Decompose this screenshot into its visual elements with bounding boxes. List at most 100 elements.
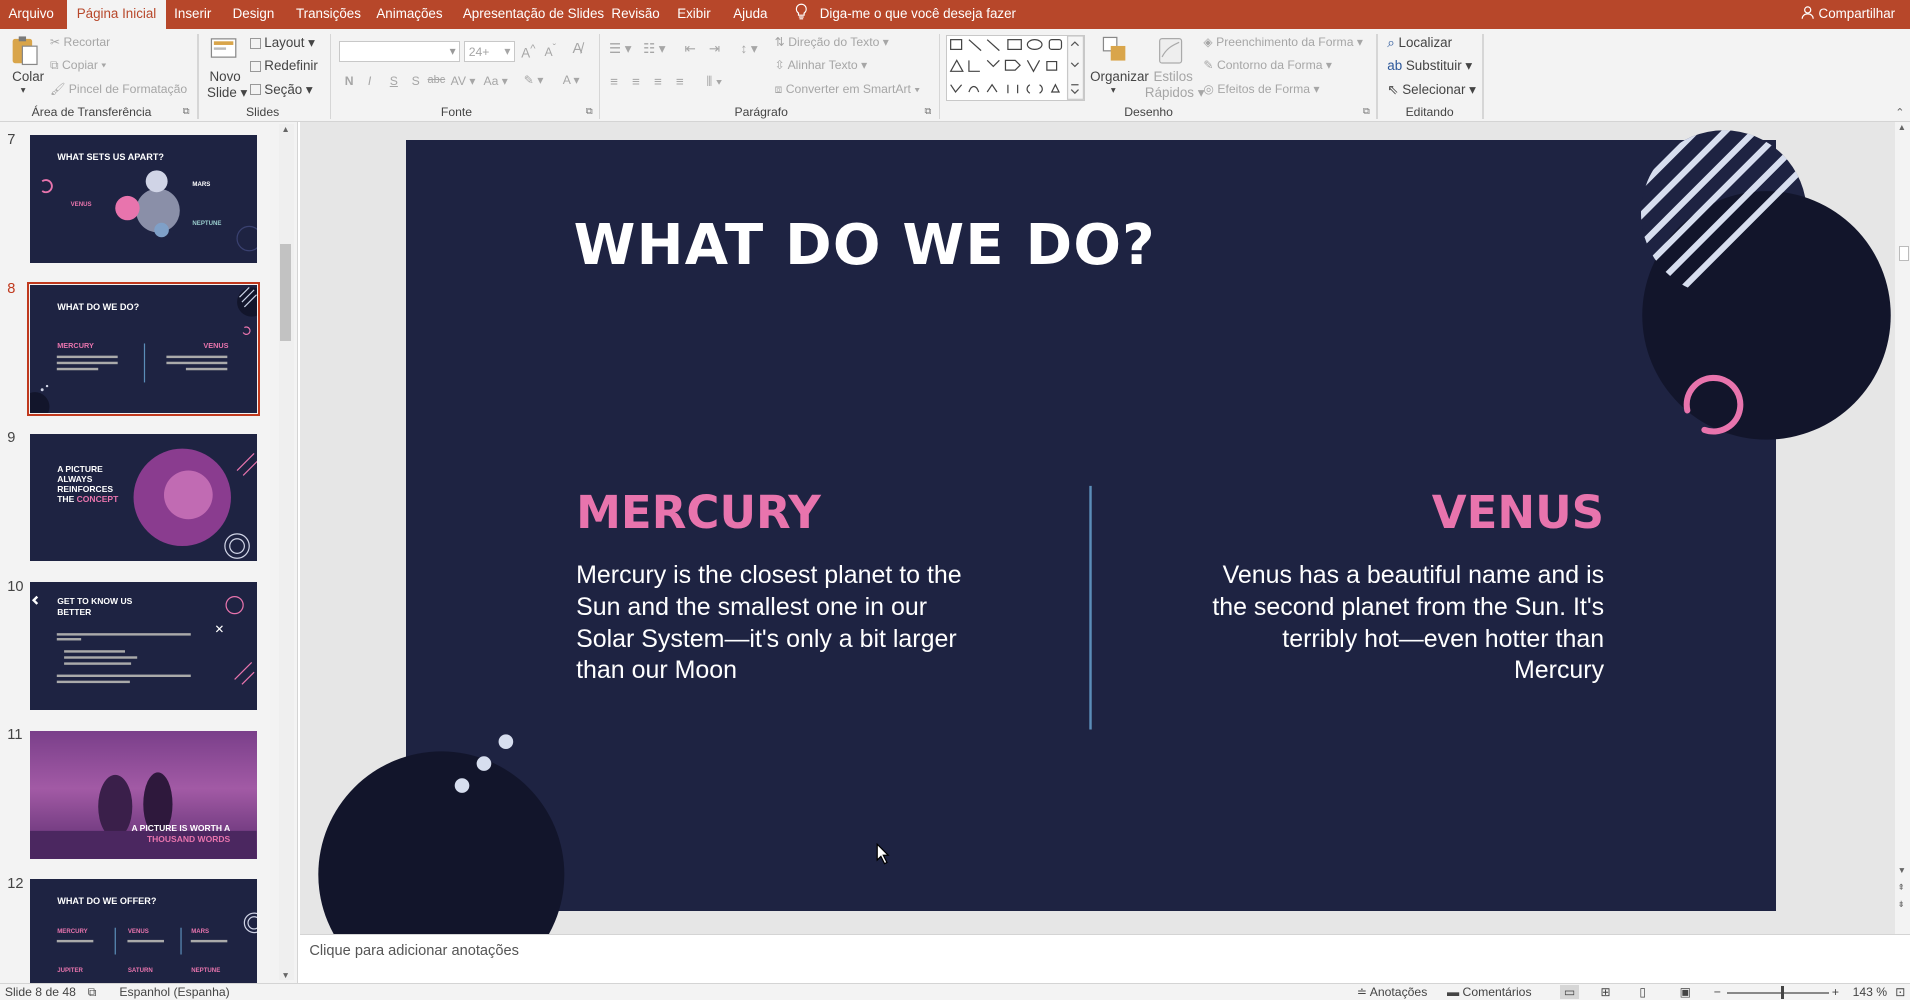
thumbnail-scrollbar[interactable]: ▲ ▼: [278, 124, 294, 981]
language-indicator[interactable]: Espanhol (Espanha): [119, 985, 229, 999]
paste-dropdown-icon[interactable]: ▾: [21, 85, 26, 96]
zoom-slider-thumb[interactable]: [1780, 986, 1785, 999]
tab-pagina-inicial[interactable]: Página Inicial: [66, 0, 167, 30]
slide-canvas[interactable]: WHAT DO WE DO? MERCURY Mercury is the cl…: [317, 130, 1891, 935]
shape-fill-button[interactable]: ◈ Preenchimento da Forma ▾: [1203, 35, 1363, 49]
spellcheck-icon[interactable]: ⧉: [88, 985, 97, 1000]
shapes-gallery[interactable]: [946, 35, 1086, 102]
next-slide-icon[interactable]: ⇟: [1898, 899, 1905, 910]
new-slide-button[interactable]: Novo: [209, 69, 240, 84]
quick-styles-button[interactable]: Estilos: [1153, 69, 1192, 84]
align-left-icon[interactable]: ≡: [610, 74, 618, 89]
paste-button[interactable]: Colar: [12, 69, 44, 84]
normal-view-icon[interactable]: ▭: [1560, 985, 1580, 1000]
tab-exibir[interactable]: Exibir: [677, 0, 710, 29]
slide-title[interactable]: WHAT DO WE DO?: [574, 213, 1156, 278]
zoom-level[interactable]: 143 %: [1853, 985, 1888, 999]
slide-thumbnail-7[interactable]: WHAT SETS US APART? VENUS MARS NEPTUNE: [30, 135, 257, 264]
align-center-icon[interactable]: ≡: [632, 74, 640, 89]
drawing-launcher-icon[interactable]: ⧉: [1363, 106, 1370, 117]
slide-thumbnail-12[interactable]: WHAT DO WE OFFER? MERCURY VENUS MARS JUP…: [30, 879, 257, 983]
collapse-ribbon-icon[interactable]: ⌃: [1895, 106, 1904, 119]
fit-slide-icon[interactable]: ⊡: [1895, 985, 1905, 999]
decrease-indent-icon[interactable]: ⇤: [685, 41, 696, 57]
paragraph-launcher-icon[interactable]: ⧉: [924, 106, 931, 117]
font-name-input[interactable]: ▾: [338, 41, 461, 63]
paste-icon[interactable]: [9, 34, 41, 68]
italic-button[interactable]: I: [368, 74, 371, 88]
font-size-input[interactable]: 24+ ▾: [464, 41, 516, 63]
shape-effects-button[interactable]: ◎ Efeitos de Forma ▾: [1203, 82, 1319, 96]
scroll-down-icon[interactable]: ▼: [1898, 865, 1906, 875]
tab-design[interactable]: Design: [233, 0, 275, 29]
slide-sorter-icon[interactable]: ⊞: [1600, 985, 1610, 999]
justify-icon[interactable]: ≡: [676, 74, 684, 89]
section-button[interactable]: Seção ▾: [249, 82, 313, 98]
grow-font-button[interactable]: A^: [521, 43, 535, 60]
slide-thumbnail-10[interactable]: GET TO KNOW US BETTER: [30, 582, 257, 711]
format-painter-button[interactable]: 🖌 Pincel de Formatação: [50, 82, 187, 96]
font-launcher-icon[interactable]: ⧉: [586, 106, 593, 117]
editor-scrollbar[interactable]: ▲ ▼ ⇞ ⇟: [1895, 121, 1910, 935]
comments-toggle[interactable]: ▬ Comentários: [1447, 985, 1532, 999]
tell-me-search[interactable]: Diga-me o que você deseja fazer: [820, 0, 1016, 29]
notes-placeholder[interactable]: Clique para adicionar anotações: [309, 943, 519, 959]
arrange-icon[interactable]: [1101, 35, 1130, 67]
scroll-up-icon[interactable]: ▲: [1898, 122, 1906, 132]
previous-slide-icon[interactable]: ⇞: [1898, 882, 1905, 893]
char-spacing-button[interactable]: AV ▾: [451, 74, 476, 88]
slide-thumbnail-11[interactable]: A PICTURE IS WORTH A THOUSAND WORDS: [30, 730, 257, 859]
zoom-out-button[interactable]: −: [1714, 985, 1721, 999]
new-slide-icon[interactable]: [209, 34, 238, 66]
left-heading[interactable]: MERCURY: [576, 486, 821, 539]
right-body-text[interactable]: Venus has a beautiful name and is the se…: [1202, 560, 1604, 687]
increase-indent-icon[interactable]: ⇥: [709, 41, 720, 57]
arrange-button[interactable]: Organizar: [1090, 69, 1149, 84]
quick-styles-icon[interactable]: [1156, 35, 1185, 67]
text-direction-button[interactable]: ⇅ Direção do Texto ▾: [775, 35, 889, 49]
align-text-button[interactable]: ⇳ Alinhar Texto ▾: [775, 58, 868, 72]
slideshow-icon[interactable]: ▣: [1680, 985, 1692, 999]
bullets-icon[interactable]: ☰ ▾: [609, 41, 631, 57]
zoom-slider-track[interactable]: [1727, 992, 1830, 994]
highlight-icon[interactable]: ✎ ▾: [524, 73, 544, 87]
scroll-up-icon[interactable]: ▲: [281, 124, 289, 134]
replace-button[interactable]: ab Substituir ▾: [1387, 58, 1472, 74]
copy-button[interactable]: ⧉ Copiar ▾: [50, 58, 106, 73]
slide-thumbnail-8[interactable]: WHAT DO WE DO? MERCURY VENUS: [27, 281, 261, 417]
new-slide-label2[interactable]: Slide ▾: [207, 85, 247, 101]
tab-animacoes[interactable]: Animações: [376, 0, 442, 29]
scrollbar-thumb[interactable]: [1898, 246, 1909, 261]
right-heading[interactable]: VENUS: [1432, 486, 1604, 539]
bold-button[interactable]: N: [345, 74, 354, 88]
align-right-icon[interactable]: ≡: [654, 74, 662, 89]
underline-button[interactable]: S: [390, 74, 398, 88]
line-spacing-icon[interactable]: ↕ ▾: [741, 41, 758, 57]
font-color-icon[interactable]: A ▾: [563, 73, 580, 87]
find-button[interactable]: ⌕ Localizar: [1387, 35, 1452, 51]
cut-button[interactable]: ✂ Recortar: [50, 35, 110, 49]
scroll-down-icon[interactable]: ▼: [281, 970, 289, 980]
tab-arquivo[interactable]: Arquivo: [9, 0, 54, 29]
layout-button[interactable]: Layout ▾: [249, 35, 315, 51]
clipboard-launcher-icon[interactable]: ⧉: [183, 106, 190, 117]
notes-toggle[interactable]: ≐ Anotações: [1357, 985, 1427, 999]
select-button[interactable]: ⇖ Selecionar ▾: [1387, 82, 1476, 98]
zoom-in-button[interactable]: +: [1832, 985, 1839, 999]
strike-button[interactable]: abc: [428, 74, 446, 86]
smartart-button[interactable]: ⧈ Converter em SmartArt ▾: [775, 82, 921, 97]
reading-view-icon[interactable]: ▯: [1639, 985, 1646, 999]
scrollbar-thumb[interactable]: [280, 243, 292, 342]
columns-icon[interactable]: ⫴ ▾: [706, 74, 722, 90]
numbering-icon[interactable]: ☷ ▾: [643, 41, 665, 57]
shape-outline-button[interactable]: ✎ Contorno da Forma ▾: [1203, 58, 1332, 72]
left-body-text[interactable]: Mercury is the closest planet to the Sun…: [576, 560, 978, 687]
tab-revisao[interactable]: Revisão: [611, 0, 659, 29]
shrink-font-button[interactable]: Aˇ: [544, 43, 556, 59]
shadow-button[interactable]: S: [412, 74, 420, 88]
tab-inserir[interactable]: Inserir: [174, 0, 211, 29]
quick-styles-label2[interactable]: Rápidos ▾: [1145, 85, 1205, 101]
change-case-button[interactable]: Aa ▾: [484, 74, 508, 88]
clear-format-icon[interactable]: A̸: [572, 41, 582, 57]
reset-button[interactable]: Redefinir: [249, 58, 318, 73]
